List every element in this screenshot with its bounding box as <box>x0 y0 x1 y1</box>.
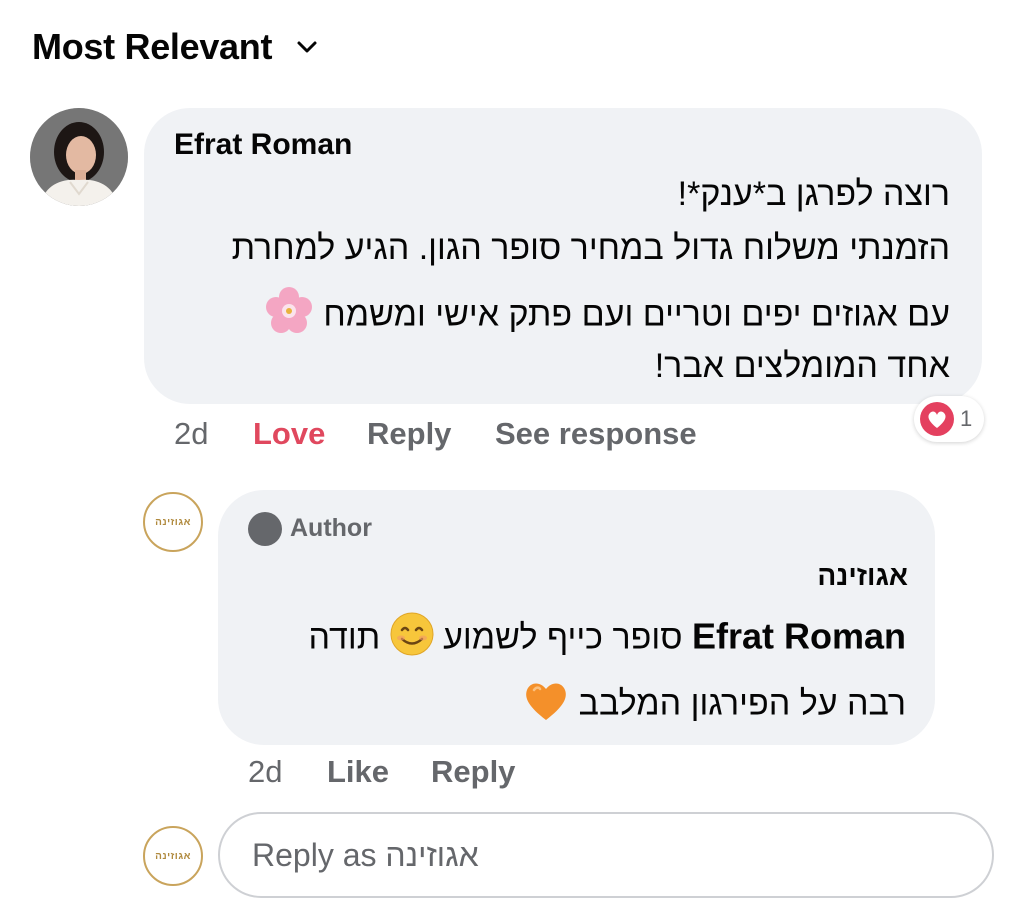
comment-author-name[interactable]: Efrat Roman <box>174 128 352 162</box>
reply-composer[interactable] <box>218 812 994 898</box>
comment-timestamp[interactable]: 2d <box>174 416 208 452</box>
avatar[interactable] <box>30 108 128 206</box>
comment-text-line: אחד המומלצים אבר! <box>654 347 950 385</box>
reply-button[interactable]: Reply <box>431 754 515 790</box>
sort-label: Most Relevant <box>32 26 273 67</box>
sort-dropdown[interactable]: Most Relevant <box>32 26 318 68</box>
smiling-face-icon <box>390 612 434 667</box>
comment-text-line: עם אגוזים יפים וטריים ועם פתק אישי ומשמח <box>174 286 950 347</box>
reply-text: תודה <box>308 618 381 657</box>
comment-text-line: הזמנתי משלוח גדול במחיר סופר הגון. הגיע … <box>231 229 950 267</box>
see-response-button[interactable]: See response <box>495 416 697 452</box>
reaction-summary[interactable]: 1 <box>914 396 984 442</box>
logo-text: אגוזינה <box>155 516 191 528</box>
chevron-down-icon <box>297 41 317 53</box>
reply-button[interactable]: Reply <box>367 416 451 452</box>
reply-timestamp[interactable]: 2d <box>248 754 282 790</box>
reply-text: סופר כייף לשמוע <box>443 618 683 657</box>
heart-love-icon <box>918 400 956 438</box>
comment-text-line: רוצה לפרגן ב*ענק*! <box>677 175 950 213</box>
reaction-count: 1 <box>960 406 973 431</box>
like-button[interactable]: Like <box>327 754 389 790</box>
comment-text: עם אגוזים יפים וטריים ועם פתק אישי ומשמח <box>323 295 950 334</box>
orange-heart-icon <box>523 678 569 733</box>
author-badge-icon <box>248 512 282 546</box>
reply-text-line: רבה על הפירגון המלבב <box>248 678 906 733</box>
reply-text-line: Efrat Roman סופר כייף לשמוע תודה <box>248 612 906 667</box>
page-logo-avatar[interactable]: אגוזינה <box>143 492 203 552</box>
love-button[interactable]: Love <box>253 416 325 452</box>
reply-text: רבה על הפירגון המלבב <box>578 684 906 723</box>
page-logo-avatar: אגוזינה <box>143 826 203 886</box>
author-badge-label: Author <box>290 514 372 542</box>
logo-text: אגוזינה <box>155 850 191 862</box>
mention-link[interactable]: Efrat Roman <box>692 615 906 656</box>
profile-photo <box>30 108 128 206</box>
reply-author-name[interactable]: אגוזינה <box>248 560 908 592</box>
cherry-blossom-icon <box>264 286 314 347</box>
reply-input[interactable] <box>250 835 954 875</box>
